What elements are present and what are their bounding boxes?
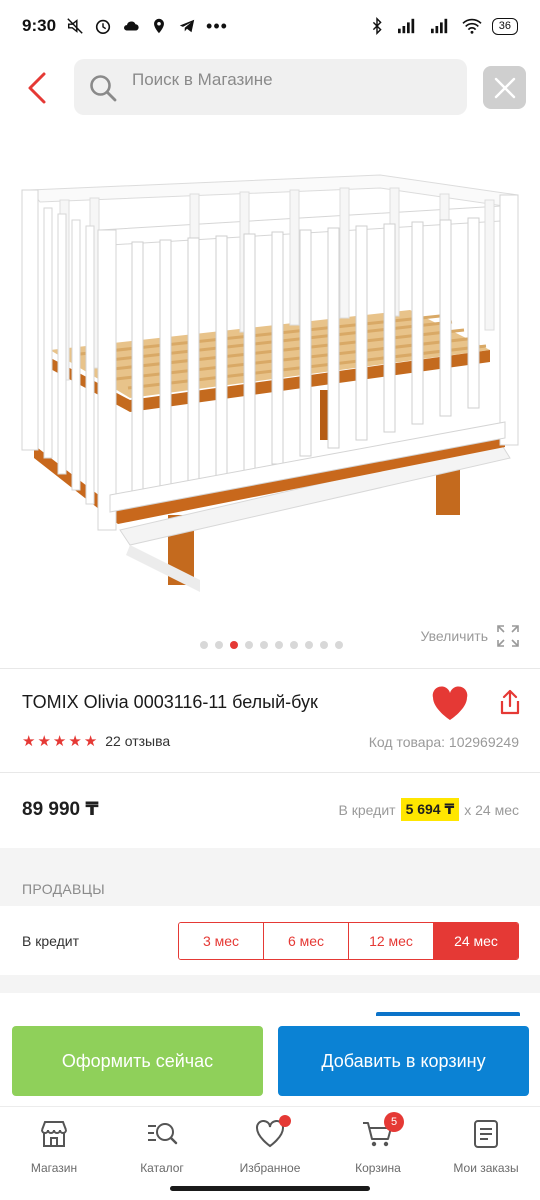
nav-label: Избранное (239, 1161, 301, 1175)
search-placeholder: Поиск в Магазине (132, 70, 273, 89)
star-icon: ★ (83, 732, 98, 750)
heart-icon (432, 686, 468, 720)
nav-label: Мои заказы (453, 1161, 519, 1175)
credit-offer: В кредит 5 694 ₸ х 24 мес (339, 798, 519, 821)
status-bar: 9:30 ••• 36 (0, 0, 540, 52)
product-rating[interactable]: ★ ★ ★ ★ ★ 22 отзыва (22, 733, 170, 749)
gallery-dot[interactable] (334, 641, 343, 649)
bluetooth-icon (372, 17, 382, 35)
alarm-icon (95, 19, 111, 35)
divider (0, 668, 540, 669)
nav-orders[interactable]: Мои заказы (432, 1107, 540, 1200)
credit-monthly-amount: 5 694 ₸ (400, 798, 460, 821)
mute-icon (67, 18, 83, 34)
sellers-header-band (0, 848, 540, 906)
nav-label: Магазин (30, 1161, 78, 1175)
term-6-months[interactable]: 6 мес (264, 923, 349, 959)
term-24-months[interactable]: 24 мес (434, 923, 518, 959)
product-sku: Код товара: 102969249 (368, 734, 519, 750)
nav-store[interactable]: Магазин (0, 1107, 108, 1200)
gallery-dot-active[interactable] (229, 641, 238, 649)
share-icon (500, 689, 520, 715)
favorites-badge (279, 1115, 291, 1127)
term-12-months[interactable]: 12 мес (349, 923, 434, 959)
cart-count-badge: 5 (384, 1112, 404, 1132)
orders-icon (474, 1120, 498, 1148)
gallery-dot[interactable] (199, 641, 208, 649)
gallery-pagination[interactable] (0, 641, 540, 649)
share-button[interactable] (497, 688, 523, 716)
product-image[interactable] (0, 150, 540, 620)
nav-label: Корзина (355, 1161, 401, 1175)
credit-term-selector[interactable]: 3 мес 6 мес 12 мес 24 мес (178, 922, 519, 960)
section-separator (0, 975, 540, 993)
star-icon: ★ (52, 732, 67, 750)
status-time: 9:30 (22, 16, 57, 35)
star-icon: ★ (22, 732, 36, 750)
close-icon (494, 77, 515, 98)
credit-prefix: В кредит (338, 801, 396, 818)
buy-now-button[interactable]: Оформить сейчас (12, 1026, 263, 1096)
divider (0, 772, 540, 773)
gallery-dot[interactable] (244, 641, 253, 649)
back-button[interactable] (22, 68, 56, 108)
crib-illustration (21, 174, 519, 592)
wifi-icon (462, 18, 482, 34)
catalog-search-icon (148, 1123, 178, 1145)
term-3-months[interactable]: 3 мес (179, 923, 264, 959)
reviews-link[interactable]: 22 отзыва (105, 733, 170, 749)
credit-term-label: В кредит (22, 933, 80, 949)
gallery-dot[interactable] (259, 641, 268, 649)
product-title: TOMIX Olivia 0003116-11 белый-бук (22, 692, 318, 712)
cloud-icon (124, 21, 139, 31)
nav-label: Каталог (140, 1161, 184, 1175)
seller-card-edge (376, 1012, 520, 1016)
store-icon (41, 1121, 67, 1147)
search-header: Поиск в Магазине (0, 56, 540, 118)
search-icon (90, 75, 117, 102)
signal-icon (397, 18, 414, 34)
gallery-dot[interactable] (214, 641, 223, 649)
gallery-dot[interactable] (304, 641, 313, 649)
home-indicator[interactable] (170, 1186, 370, 1191)
sellers-section-title: ПРОДАВЦЫ (22, 881, 105, 897)
location-icon (154, 18, 164, 34)
star-icon: ★ (37, 732, 51, 750)
chevron-left-icon (28, 72, 46, 104)
add-to-favorites-button[interactable] (430, 686, 470, 722)
add-to-cart-button[interactable]: Добавить в корзину (278, 1026, 529, 1096)
search-input[interactable]: Поиск в Магазине (74, 59, 467, 115)
close-search-button[interactable] (483, 66, 526, 109)
gallery-dot[interactable] (274, 641, 283, 649)
more-icon: ••• (206, 15, 228, 36)
signal-icon (430, 18, 447, 34)
battery-icon: 36 (491, 17, 518, 35)
product-price: 89 990 ₸ (22, 799, 99, 820)
credit-suffix: х 24 мес (464, 801, 519, 818)
gallery-dot[interactable] (289, 641, 298, 649)
star-icon: ★ (68, 732, 82, 750)
telegram-icon (179, 19, 195, 33)
gallery-dot[interactable] (319, 641, 328, 649)
